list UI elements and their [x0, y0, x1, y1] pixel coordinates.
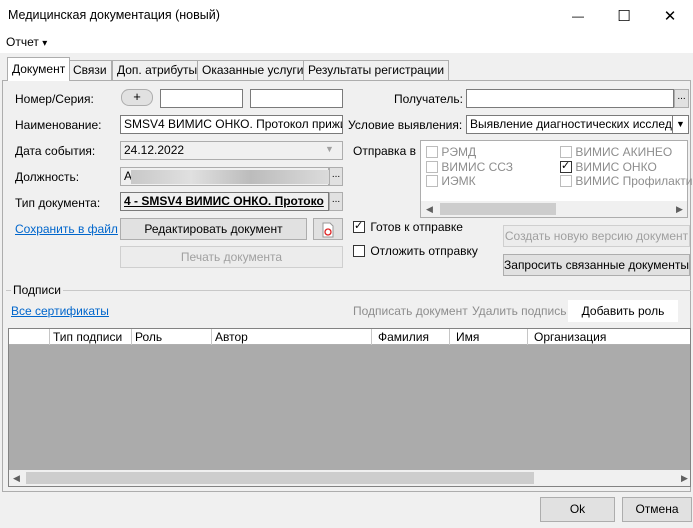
postpone-send-label: Отложить отправку [370, 244, 478, 258]
checkbox[interactable] [426, 175, 438, 187]
chevron-down-icon[interactable]: ▼ [325, 144, 334, 154]
event-date-picker[interactable]: 24.12.2022 [120, 141, 343, 160]
create-new-version-button[interactable]: Создать новую версию документ [503, 225, 690, 247]
send-target-akineo[interactable]: ВИМИС АКИНЕО [560, 145, 672, 159]
checkbox[interactable] [426, 161, 438, 173]
send-target-iemk[interactable]: ИЭМК [426, 174, 476, 188]
tab-links[interactable]: Связи [68, 60, 112, 80]
event-date-value: 24.12.2022 [124, 143, 185, 157]
ready-to-send-checkbox[interactable]: ✓ Готов к отправке [353, 220, 463, 234]
send-target-label: ВИМИС ССЗ [441, 160, 514, 174]
print-document-button[interactable]: Печать документа [120, 246, 343, 268]
recipient-label: Получатель: [394, 92, 463, 106]
redacted-overlay [131, 170, 331, 184]
doc-type-input[interactable]: 4 - SMSV4 ВИМИС ОНКО. Протоко [120, 192, 329, 211]
checkbox[interactable] [560, 175, 572, 187]
scroll-left-icon[interactable]: ◀ [426, 204, 433, 215]
event-date-label: Дата события: [15, 144, 96, 158]
name-label: Наименование: [15, 118, 102, 132]
column-header-signature-type[interactable]: Тип подписи [49, 329, 131, 345]
checkbox[interactable] [426, 146, 438, 158]
send-to-label: Отправка в [353, 144, 416, 158]
name-input[interactable]: SMSV4 ВИМИС ОНКО. Протокол прижизне [120, 115, 343, 134]
send-target-label: ИЭМК [441, 174, 476, 188]
send-target-prophylaxis[interactable]: ВИМИС Профилактик [560, 174, 693, 188]
doc-type-browse-button[interactable]: ... [329, 192, 343, 211]
close-icon: ✕ [663, 7, 677, 25]
column-header-author[interactable]: Автор [211, 329, 371, 345]
column-header-organization[interactable]: Организация [527, 329, 690, 345]
delete-signature-button[interactable]: Удалить подпись [472, 304, 567, 318]
ready-to-send-label: Готов к отправке [370, 220, 463, 234]
scroll-thumb[interactable] [440, 203, 556, 215]
column-header-role[interactable]: Роль [131, 329, 211, 345]
series-input[interactable] [250, 89, 343, 108]
doc-type-label: Тип документа: [15, 196, 101, 210]
table-header: Тип подписи Роль Автор Фамилия Имя Орган… [9, 329, 690, 345]
send-target-label: ВИМИС АКИНЕО [575, 145, 673, 159]
send-target-label: РЭМД [441, 145, 477, 159]
send-target-remd[interactable]: РЭМД [426, 145, 476, 159]
pdf-file-icon [322, 222, 334, 238]
scroll-thumb[interactable] [26, 472, 534, 484]
pdf-export-button[interactable] [313, 218, 343, 240]
checkbox-checked[interactable]: ✓ [560, 160, 572, 173]
menu-bar [0, 31, 693, 53]
edit-document-button[interactable]: Редактировать документ [120, 218, 307, 240]
close-button[interactable]: ✕ [647, 0, 693, 31]
column-header-first-name[interactable]: Имя [449, 329, 527, 345]
menu-report-label: Отчет [6, 35, 39, 49]
postpone-send-checkbox[interactable]: Отложить отправку [353, 244, 478, 258]
recipient-input[interactable] [466, 89, 674, 108]
tab-services[interactable]: Оказанные услуги [197, 60, 309, 80]
save-to-file-link[interactable]: Сохранить в файл [15, 222, 118, 236]
add-role-button[interactable]: Добавить роль [568, 300, 678, 322]
scroll-left-icon[interactable]: ◀ [13, 473, 20, 484]
menu-report[interactable]: Отчет ▾ [6, 35, 47, 49]
scroll-right-icon[interactable]: ▶ [681, 473, 688, 484]
cancel-button[interactable]: Отмена [622, 497, 692, 522]
condition-select[interactable]: Выявление диагностических исследова [466, 115, 674, 134]
add-number-button[interactable]: + [121, 89, 153, 106]
scroll-right-icon[interactable]: ▶ [676, 204, 683, 215]
send-target-label: ВИМИС Профилактик [575, 174, 693, 188]
check-icon: ✓ [354, 220, 364, 232]
recipient-browse-button[interactable]: ... [674, 89, 689, 108]
send-target-label: ВИМИС ОНКО [575, 160, 657, 174]
signatures-table[interactable]: Тип подписи Роль Автор Фамилия Имя Орган… [8, 328, 691, 487]
maximize-button[interactable]: ☐ [601, 0, 647, 31]
all-certificates-link[interactable]: Все сертификаты [11, 304, 109, 318]
window-title: Медицинская документация (новый) [8, 8, 220, 22]
position-label: Должность: [15, 170, 80, 184]
send-target-ssz[interactable]: ВИМИС ССЗ [426, 160, 513, 174]
tab-registration-results[interactable]: Результаты регистрации [303, 60, 450, 80]
minimize-icon: — [572, 8, 584, 23]
position-browse-button[interactable]: ... [329, 167, 343, 186]
ok-button[interactable]: Ok [540, 497, 615, 522]
chevron-down-icon: ▾ [42, 38, 48, 49]
number-label: Номер/Серия: [15, 92, 94, 106]
checkbox-checked[interactable]: ✓ [353, 220, 365, 233]
checkbox[interactable] [353, 245, 365, 257]
check-icon: ✓ [561, 160, 571, 172]
number-input[interactable] [160, 89, 243, 108]
signatures-group-label: Подписи [11, 283, 63, 297]
tab-extra-attributes[interactable]: Доп. атрибуты [112, 60, 203, 80]
checkbox[interactable] [560, 146, 572, 158]
column-header-last-name[interactable]: Фамилия [371, 329, 449, 345]
chevron-down-icon[interactable]: ▼ [672, 115, 689, 134]
condition-label: Условие выявления: [348, 118, 463, 132]
tab-document[interactable]: Документ [7, 57, 71, 81]
maximize-icon: ☐ [617, 7, 631, 25]
request-linked-documents-button[interactable]: Запросить связанные документы [503, 254, 690, 276]
minimize-button[interactable]: — [555, 0, 601, 31]
sign-document-button[interactable]: Подписать документ [353, 304, 468, 318]
send-target-onko[interactable]: ✓ ВИМИС ОНКО [560, 160, 657, 174]
